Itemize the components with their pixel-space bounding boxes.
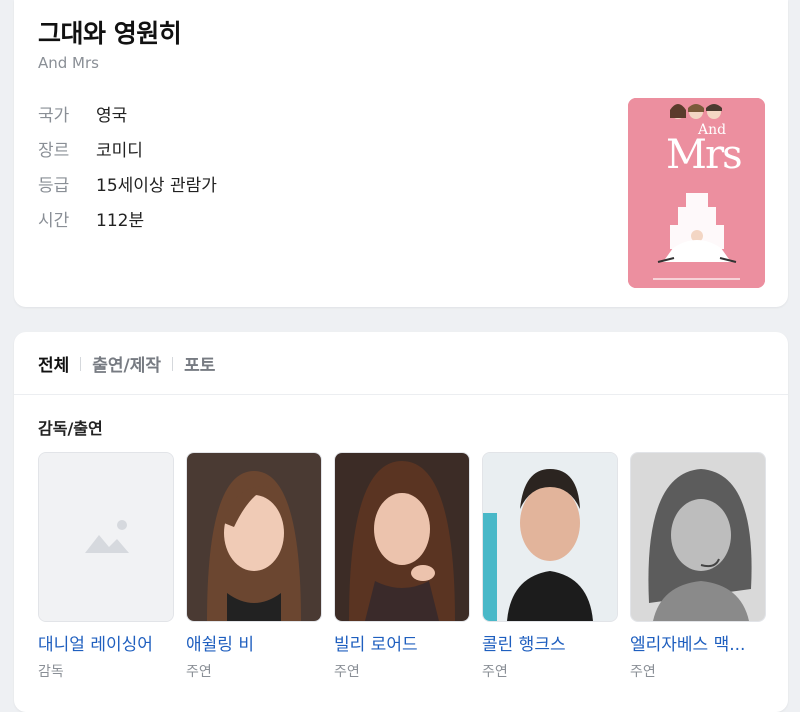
portrait-photo — [187, 453, 321, 621]
person-name[interactable]: 엘리자베스 맥... — [630, 630, 766, 655]
person-photo[interactable] — [630, 452, 766, 622]
tab-photo[interactable]: 포토 — [184, 351, 215, 376]
person-photo[interactable] — [38, 452, 174, 622]
info-value: 영국 — [96, 106, 128, 126]
info-label: 국가 — [38, 106, 70, 126]
person-photo[interactable] — [186, 452, 322, 622]
info-value: 15세이상 관람가 — [96, 176, 217, 196]
person-role: 감독 — [38, 664, 64, 680]
tab-all[interactable]: 전체 — [38, 351, 69, 376]
movie-original-title: And Mrs — [38, 54, 99, 72]
poster-artwork — [628, 98, 765, 288]
info-row-runtime: 시간 112분 — [38, 201, 217, 236]
info-label: 장르 — [38, 141, 70, 161]
divider — [14, 394, 788, 395]
info-label: 시간 — [38, 211, 70, 231]
movie-info-card: 그대와 영원히 And Mrs 국가 영국 장르 코미디 등급 15세이상 관람… — [14, 0, 788, 307]
person-name[interactable]: 빌리 로어드 — [334, 630, 470, 655]
person-card[interactable]: 애쉴링 비 주연 — [186, 452, 322, 681]
movie-title: 그대와 영원히 — [38, 19, 182, 48]
person-photo[interactable] — [482, 452, 618, 622]
person-name[interactable]: 애쉴링 비 — [186, 630, 322, 655]
tab-cast-crew[interactable]: 출연/제작 — [92, 351, 161, 376]
info-label: 등급 — [38, 176, 70, 196]
movie-info-list: 국가 영국 장르 코미디 등급 15세이상 관람가 시간 112분 — [38, 96, 217, 236]
tab-separator — [80, 356, 82, 371]
info-value: 코미디 — [96, 141, 143, 161]
tab-separator — [172, 356, 174, 371]
person-role: 주연 — [482, 664, 508, 680]
person-role: 주연 — [334, 664, 360, 680]
person-photo[interactable] — [334, 452, 470, 622]
movie-poster[interactable]: And Mrs — [628, 98, 765, 288]
person-card[interactable]: 대니얼 레이싱어 감독 — [38, 452, 174, 681]
tab-bar: 전체 출연/제작 포토 — [38, 351, 215, 376]
cast-card: 전체 출연/제작 포토 감독/출연 대니얼 레이싱어 감독 애쉴링 비 주연 빌… — [14, 332, 788, 712]
person-card[interactable]: 엘리자베스 맥... 주연 — [630, 452, 766, 681]
person-name[interactable]: 대니얼 레이싱어 — [38, 630, 174, 655]
person-role: 주연 — [186, 664, 212, 680]
person-role: 주연 — [630, 664, 656, 680]
poster-text: Mrs — [666, 132, 743, 178]
section-title: 감독/출연 — [38, 419, 103, 438]
person-card[interactable]: 콜린 행크스 주연 — [482, 452, 618, 681]
placeholder-image-icon — [39, 453, 173, 621]
portrait-photo — [483, 453, 617, 621]
info-row-country: 국가 영국 — [38, 96, 217, 131]
info-row-genre: 장르 코미디 — [38, 131, 217, 166]
person-name[interactable]: 콜린 행크스 — [482, 630, 618, 655]
info-value: 112분 — [96, 211, 145, 231]
info-row-rating: 등급 15세이상 관람가 — [38, 166, 217, 201]
portrait-photo — [335, 453, 469, 621]
person-card[interactable]: 빌리 로어드 주연 — [334, 452, 470, 681]
portrait-photo — [631, 453, 765, 621]
